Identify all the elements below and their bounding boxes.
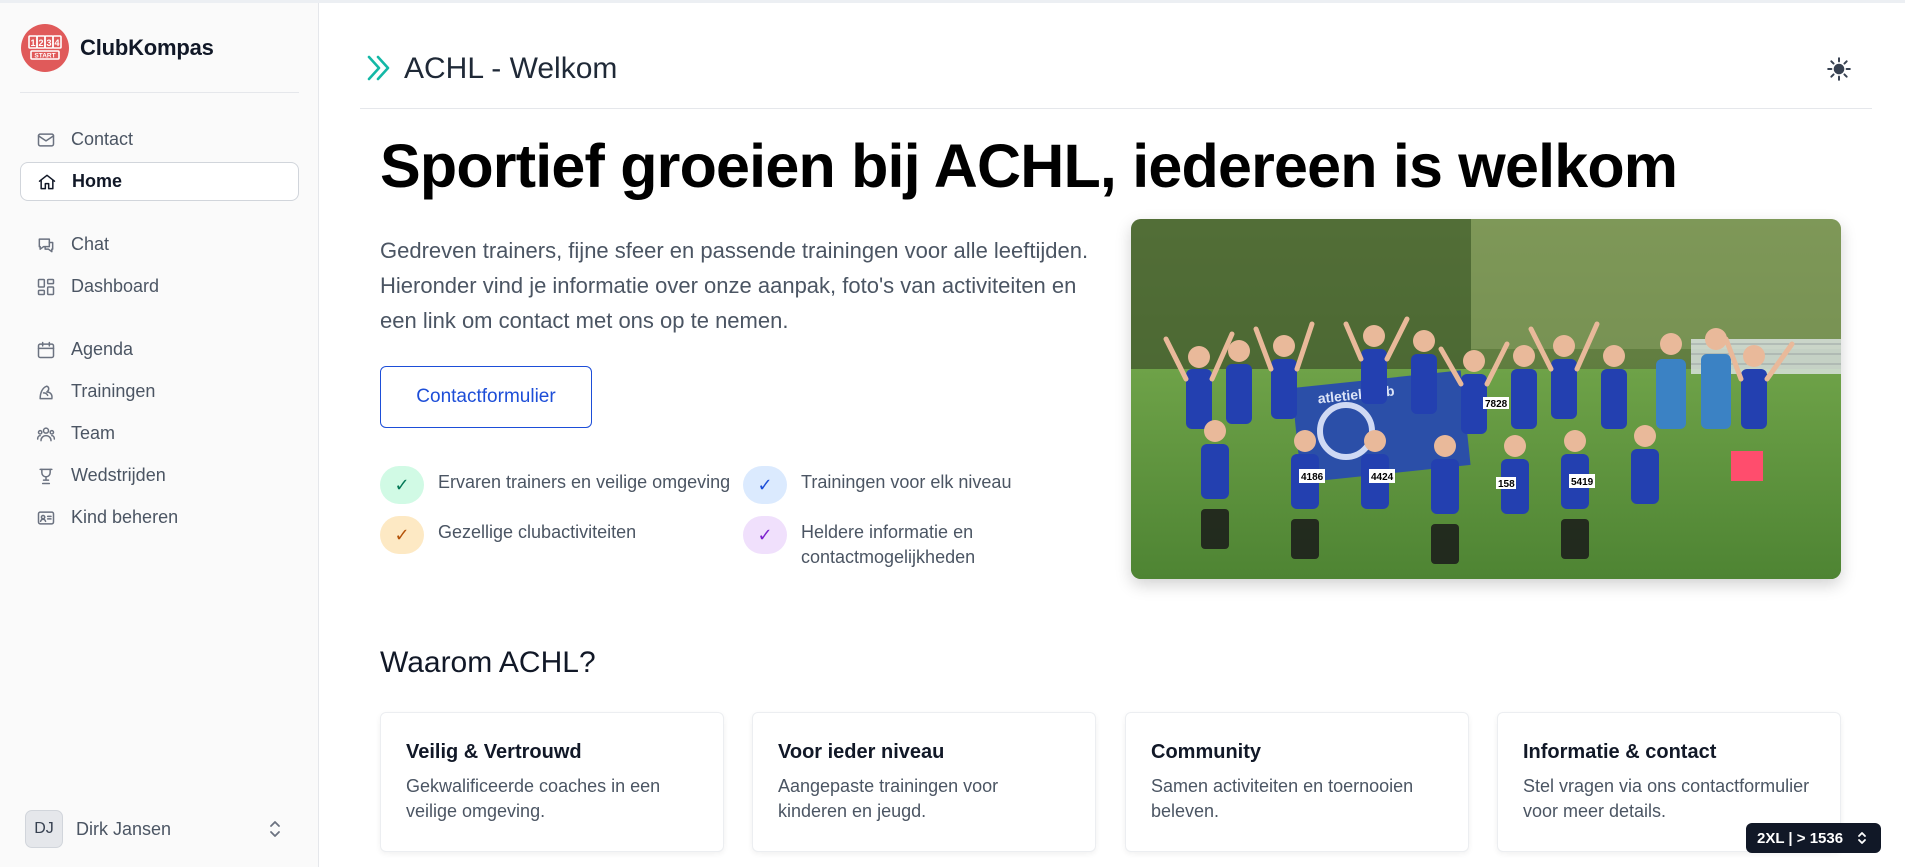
feature-card: Veilig & Vertrouwd Gekwalificeerde coach…: [380, 712, 724, 852]
nav-group-contact: Contact Home: [20, 120, 299, 201]
feature-label: Ervaren trainers en veilige omgeving: [438, 472, 731, 492]
main-content: ACHL - Welkom Sportief groeien bij ACHL,…: [320, 3, 1905, 867]
feature-card: Community Samen activiteiten en toernooi…: [1125, 712, 1469, 852]
card-title: Voor ieder niveau: [778, 741, 945, 763]
team-photo: atletiekclub 4186 4424 5419 7828 158: [1131, 219, 1841, 579]
chevrons-up-down-icon: [1858, 832, 1866, 844]
sidebar-item-label: Agenda: [71, 339, 134, 359]
chat-icon: [38, 237, 54, 252]
trainingen-icon: [39, 384, 53, 399]
hero-description: Gedreven trainers, fijne sfeer en passen…: [380, 238, 1089, 333]
chevrons-right-icon: [367, 55, 390, 81]
sidebar-item-dashboard[interactable]: Dashboard: [20, 267, 299, 306]
check-icon: ✓: [380, 516, 424, 554]
team-icon: [36, 426, 56, 441]
sidebar-item-kind-beheren[interactable]: Kind beheren: [20, 498, 299, 537]
sun-icon[interactable]: [1826, 56, 1852, 82]
sidebar-item-trainingen[interactable]: Trainingen: [20, 372, 299, 411]
nav-group-communication: Chat Dashboard: [20, 225, 299, 306]
feature-item: ✓ Gezellige clubactiviteiten: [380, 516, 636, 554]
card-title: Veilig & Vertrouwd: [406, 741, 582, 763]
sidebar-item-label: Wedstrijden: [71, 465, 166, 485]
card-text: Samen activiteiten en toernooien beleven…: [1151, 776, 1414, 821]
dashboard-icon: [37, 278, 55, 295]
breakpoint-badge[interactable]: 2XL | > 1536: [1746, 823, 1881, 853]
user-name: Dirk Jansen: [76, 818, 172, 839]
sidebar-item-team[interactable]: Team: [20, 414, 299, 453]
clubkompas-logo-icon: 1 2 3 4 START: [21, 24, 69, 72]
nav-group-club: Agenda Trainingen Team Wedstrijden Kind …: [20, 330, 299, 537]
bib-number: 7828: [1485, 399, 1508, 410]
feature-label: Trainingen voor elk niveau: [801, 472, 1012, 492]
feature-label: Gezellige clubactiviteiten: [438, 522, 637, 542]
sidebar-item-agenda[interactable]: Agenda: [20, 330, 299, 369]
card-title: Community: [1151, 741, 1261, 763]
breakpoint-label: 2XL | > 1536: [1757, 829, 1844, 847]
sidebar-item-label: Contact: [71, 129, 134, 149]
bib-number: 4186: [1301, 472, 1324, 483]
feature-label: Heldere informatie en contactmogelijkhed…: [801, 522, 976, 567]
logo-digit: 2: [38, 38, 43, 48]
sidebar-item-label: Trainingen: [71, 381, 156, 401]
brand[interactable]: 1 2 3 4 START ClubKompas: [20, 23, 214, 73]
card-text: Stel vragen via ons contactformulier voo…: [1523, 776, 1810, 821]
trophy-icon: [39, 468, 53, 484]
card-text: Gekwalificeerde coaches in een veilige o…: [406, 776, 661, 821]
divider: [20, 92, 299, 93]
logo-digit: 3: [46, 38, 51, 48]
sidebar-item-contact[interactable]: Contact: [20, 120, 299, 159]
sidebar-item-label: Kind beheren: [71, 507, 179, 527]
sidebar-item-home[interactable]: Home: [20, 162, 299, 201]
check-icon: ✓: [743, 466, 787, 504]
home-icon: [38, 174, 56, 189]
calendar-icon: [37, 341, 55, 358]
page-title: ACHL - Welkom: [404, 52, 618, 85]
sidebar-item-label: Home: [72, 171, 123, 191]
sidebar-item-label: Dashboard: [71, 276, 160, 296]
feature-item: ✓ Heldere informatie en contactmogelijkh…: [743, 516, 1001, 570]
sidebar: 1 2 3 4 START ClubKompas Contact Home Ch…: [0, 3, 319, 867]
logo-digit: 1: [30, 38, 35, 48]
logo-digit: 4: [54, 38, 59, 48]
bib-number: 158: [1498, 479, 1515, 490]
check-icon: ✓: [743, 516, 787, 554]
sidebar-item-wedstrijden[interactable]: Wedstrijden: [20, 456, 299, 495]
card-title: Informatie & contact: [1523, 741, 1717, 763]
bib-number: 4424: [1371, 472, 1394, 483]
chevrons-up-down-icon: [270, 821, 280, 837]
sidebar-item-label: Chat: [71, 234, 110, 254]
avatar: DJ: [25, 810, 63, 848]
hero-title: Sportief groeien bij ACHL, iedereen is w…: [380, 132, 1678, 200]
page-header: ACHL - Welkom: [360, 3, 1872, 109]
sidebar-item-chat[interactable]: Chat: [20, 225, 299, 264]
mail-icon: [37, 132, 55, 147]
card-text: Aangepaste trainingen voor kinderen en j…: [778, 776, 999, 821]
id-card-icon: [37, 510, 55, 525]
bib-number: 5419: [1571, 477, 1594, 488]
logo-word: START: [34, 53, 55, 60]
brand-name: ClubKompas: [80, 35, 214, 60]
feature-item: ✓ Trainingen voor elk niveau: [743, 466, 1011, 504]
section-title: Waarom ACHL?: [380, 646, 596, 679]
feature-card: Voor ieder niveau Aangepaste trainingen …: [752, 712, 1096, 852]
feature-item: ✓ Ervaren trainers en veilige omgeving: [380, 466, 730, 504]
check-icon: ✓: [380, 466, 424, 504]
user-menu[interactable]: DJ Dirk Jansen: [20, 808, 299, 850]
team-photo-image: atletiekclub 4186 4424 5419 7828 158: [1131, 219, 1841, 579]
sidebar-item-label: Team: [71, 423, 116, 443]
contactformulier-button[interactable]: Contactformulier: [380, 366, 592, 428]
